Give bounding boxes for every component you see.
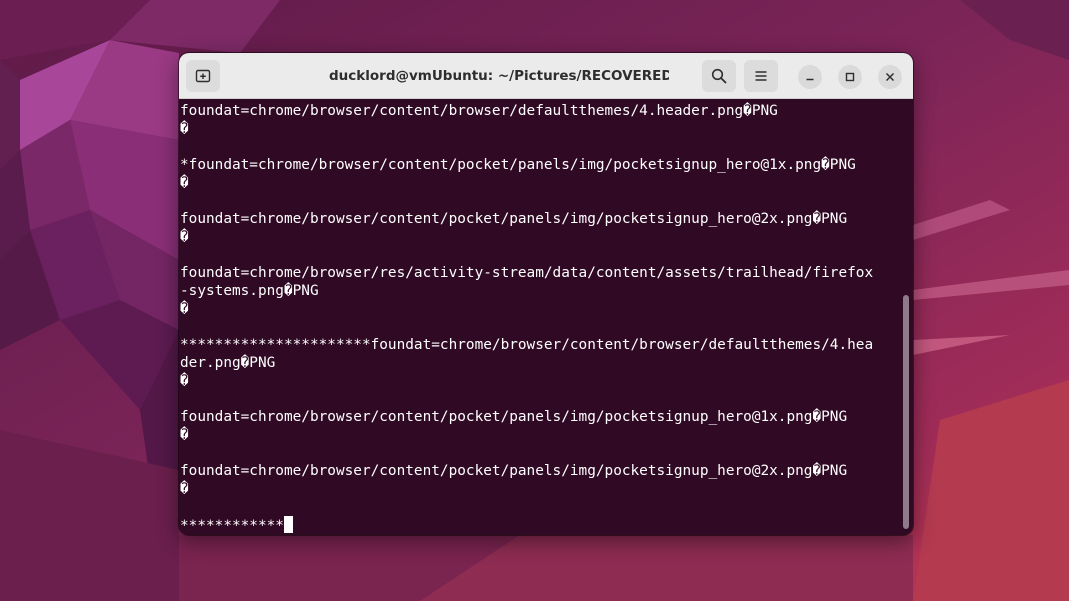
terminal-line: der.png�PNG [180, 355, 276, 371]
search-icon [711, 68, 727, 84]
terminal-line: -systems.png�PNG [180, 283, 319, 299]
maximize-icon [845, 72, 855, 82]
hamburger-menu-icon [755, 71, 767, 81]
headerbar: ducklord@vmUbuntu: ~/Pictures/RECOVERED [179, 53, 913, 99]
maximize-button[interactable] [838, 65, 862, 89]
terminal-output[interactable]: foundat=chrome/browser/content/browser/d… [179, 99, 913, 535]
terminal-line: foundat=chrome/browser/content/pocket/pa… [180, 409, 848, 425]
terminal-scrollbar[interactable] [902, 99, 911, 535]
search-button[interactable] [702, 60, 736, 92]
terminal-cursor [283, 516, 293, 533]
terminal-line: foundat=chrome/browser/res/activity-stre… [180, 265, 874, 281]
minimize-button[interactable] [798, 65, 822, 89]
terminal-line: � [180, 427, 189, 443]
terminal-lines: foundat=chrome/browser/content/browser/d… [180, 102, 873, 534]
terminal-line: foundat=chrome/browser/content/pocket/pa… [180, 211, 848, 227]
close-button[interactable] [878, 65, 902, 89]
terminal-line: � [180, 481, 189, 497]
terminal-line: foundat=chrome/browser/content/pocket/pa… [180, 463, 848, 479]
terminal-line: � [180, 121, 189, 137]
menu-button[interactable] [744, 60, 778, 92]
terminal-line: � [180, 301, 189, 317]
close-icon [885, 72, 895, 82]
minimize-icon [806, 78, 814, 81]
window-title: ducklord@vmUbuntu: ~/Pictures/RECOVERED [329, 68, 669, 84]
terminal-window[interactable]: ducklord@vmUbuntu: ~/Pictures/RECOVERED [179, 53, 913, 535]
terminal-line: *foundat=chrome/browser/content/pocket/p… [180, 157, 856, 173]
scrollbar-thumb[interactable] [903, 295, 909, 529]
new-tab-icon [195, 69, 211, 83]
terminal-line: � [180, 175, 189, 191]
terminal-line: **********************foundat=chrome/bro… [180, 337, 874, 353]
terminal-line: � [180, 229, 189, 245]
terminal-prompt-line: ************ [180, 516, 873, 534]
terminal-line: � [180, 373, 189, 389]
new-tab-button[interactable] [186, 60, 220, 92]
terminal-line: foundat=chrome/browser/content/browser/d… [180, 103, 778, 119]
terminal-prompt-text: ************ [180, 518, 284, 534]
